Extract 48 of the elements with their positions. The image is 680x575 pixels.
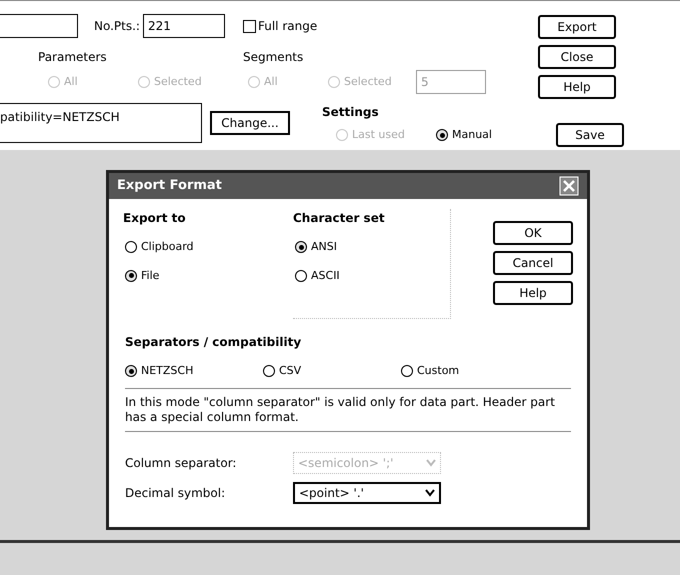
- field-label: Decimal symbol:: [125, 484, 226, 502]
- radio-label: Clipboard: [141, 239, 194, 255]
- field-label: Column separator:: [125, 454, 238, 472]
- radio-button[interactable]: [295, 241, 307, 254]
- parameters-label: Parameters: [38, 49, 108, 66]
- window-title: Export Format: [117, 177, 222, 196]
- segments-label: Segments: [243, 49, 304, 66]
- radio-label: NETZSCH: [141, 363, 194, 379]
- radio-label: Selected: [344, 74, 392, 90]
- chevron-down-icon: [426, 458, 436, 466]
- close-icon[interactable]: [559, 176, 579, 196]
- radio-label: Manual: [452, 126, 492, 143]
- chevron-down-icon: [425, 488, 435, 496]
- radio-button[interactable]: [125, 365, 137, 378]
- dialog-button[interactable]: Cancel: [493, 251, 573, 275]
- dialog-button[interactable]: Help: [493, 281, 573, 305]
- radio-label: File: [141, 268, 160, 284]
- dialog-button[interactable]: Close: [538, 45, 616, 69]
- change-button[interactable]: Change...: [210, 111, 290, 135]
- character-set-label: Character set: [293, 210, 386, 227]
- dropdown[interactable]: <point> '.': [293, 482, 441, 504]
- radio-button[interactable]: [295, 270, 307, 282]
- radio-button[interactable]: [401, 365, 413, 378]
- radio-label: All: [264, 74, 278, 90]
- radio-button[interactable]: [263, 365, 275, 378]
- text-field[interactable]: [0, 14, 78, 38]
- radio-label: Last used: [352, 126, 405, 143]
- mode-note: In this mode "column separator" is valid only for data part. Header part has a special column format.: [125, 388, 571, 432]
- radio-button[interactable]: [125, 241, 137, 254]
- dialog-button[interactable]: OK: [493, 221, 573, 245]
- radio-label: CSV: [279, 363, 302, 379]
- radio-label: ANSI: [311, 239, 337, 255]
- full-range-checkbox[interactable]: Full range: [242, 17, 318, 35]
- dialog-button[interactable]: Export: [538, 15, 616, 39]
- format-field[interactable]: patibility=NETZSCH: [0, 103, 202, 143]
- points-label: No.Pts.:: [94, 18, 140, 35]
- radio-button[interactable]: [436, 129, 448, 141]
- radio-label: Selected: [154, 74, 202, 90]
- points-field[interactable]: 221: [142, 14, 225, 38]
- dialog-button[interactable]: Help: [538, 75, 616, 99]
- radio-label: ASCII: [311, 268, 340, 284]
- radio-label: Custom: [417, 363, 460, 379]
- export-to-label: Export to: [123, 210, 187, 227]
- radio-label: All: [64, 74, 78, 90]
- save-button[interactable]: Save: [556, 123, 624, 147]
- separators-label: Separators / compatibility: [125, 334, 302, 351]
- settings-label: Settings: [322, 104, 380, 121]
- radio-button[interactable]: [125, 270, 137, 282]
